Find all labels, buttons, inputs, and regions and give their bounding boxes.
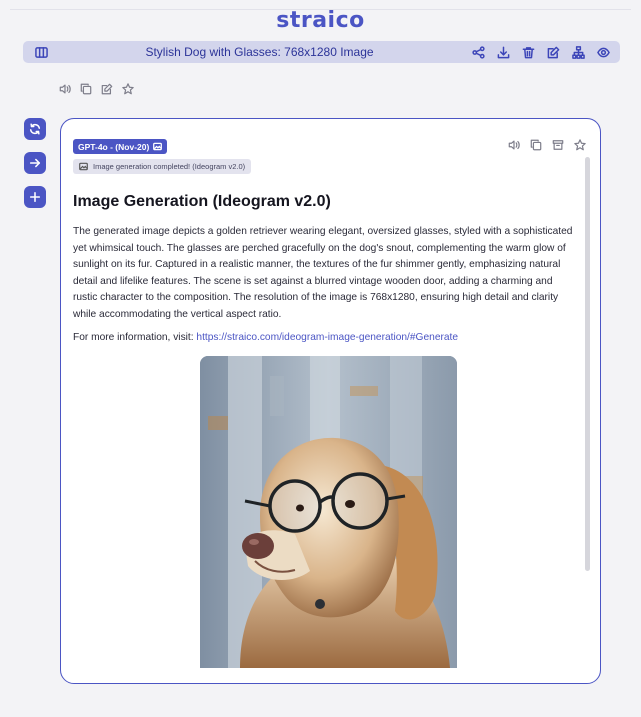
- star-icon[interactable]: [122, 82, 134, 100]
- columns-icon[interactable]: [30, 41, 52, 63]
- refresh-icon: [29, 123, 41, 135]
- more-info-prefix: For more information, visit:: [73, 332, 197, 343]
- copy-icon[interactable]: [530, 138, 542, 156]
- more-info-link[interactable]: https://straico.com/ideogram-image-gener…: [196, 332, 458, 343]
- add-button[interactable]: [24, 186, 46, 208]
- forward-button[interactable]: [24, 152, 46, 174]
- app-window: straico Stylish Dog with Glasses: 768x12…: [0, 0, 641, 717]
- eye-icon[interactable]: [592, 41, 614, 63]
- edit-icon[interactable]: [101, 82, 113, 100]
- message-body: The generated image depicts a golden ret…: [73, 226, 573, 320]
- assistant-message-card: GPT-4o - (Nov-20) Image generation compl…: [60, 118, 601, 684]
- regenerate-button[interactable]: [24, 118, 46, 140]
- side-action-buttons: [24, 118, 46, 208]
- download-icon[interactable]: [492, 41, 514, 63]
- model-badge: GPT-4o - (Nov-20): [73, 139, 168, 154]
- chat-title: Stylish Dog with Glasses: 768x1280 Image: [145, 45, 374, 59]
- edit-icon[interactable]: [542, 41, 564, 63]
- trash-icon[interactable]: [517, 41, 539, 63]
- plus-icon: [29, 191, 41, 203]
- image-icon: [79, 162, 88, 171]
- status-text: Image generation completed! (Ideogram v2…: [93, 162, 246, 171]
- scrollbar[interactable]: [585, 157, 590, 571]
- star-icon[interactable]: [574, 138, 586, 156]
- speaker-icon[interactable]: [59, 82, 71, 100]
- user-message-actions: [59, 82, 134, 100]
- archive-icon[interactable]: [552, 138, 564, 156]
- more-info: For more information, visit: https://str…: [73, 332, 458, 343]
- chat-title-bar: Stylish Dog with Glasses: 768x1280 Image: [23, 41, 620, 63]
- arrow-right-icon: [29, 158, 41, 168]
- status-badge: Image generation completed! (Ideogram v2…: [73, 159, 252, 174]
- logo: straico: [276, 8, 365, 33]
- assistant-message-actions: [508, 138, 586, 156]
- dog-image: [200, 356, 457, 668]
- copy-icon[interactable]: [80, 82, 92, 100]
- sitemap-icon[interactable]: [567, 41, 589, 63]
- model-name: GPT-4o - (Nov-20): [78, 141, 150, 152]
- image-icon: [153, 142, 163, 151]
- generated-image[interactable]: [200, 356, 457, 668]
- speaker-icon[interactable]: [508, 138, 520, 156]
- share-icon[interactable]: [467, 41, 489, 63]
- message-heading: Image Generation (Ideogram v2.0): [73, 193, 331, 210]
